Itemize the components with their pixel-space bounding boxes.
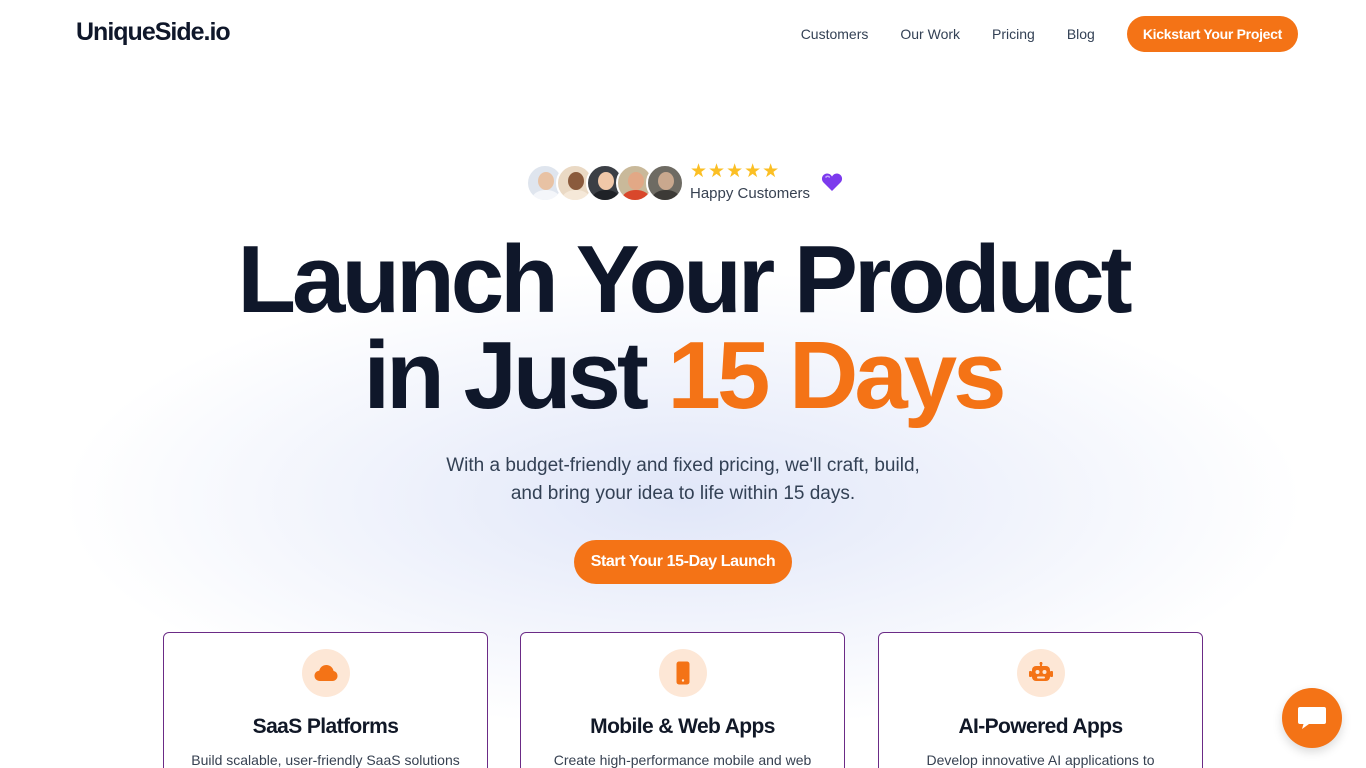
hero-subtitle-line2: and bring your idea to life within 15 da… (510, 483, 856, 504)
service-card-mobile-web[interactable]: Mobile & Web Apps Create high-performanc… (520, 632, 845, 768)
robot-icon (1017, 649, 1065, 697)
nav-link-blog[interactable]: Blog (1067, 26, 1095, 42)
kickstart-project-button[interactable]: Kickstart Your Project (1126, 16, 1298, 52)
card-title: AI-Powered Apps (958, 715, 1123, 738)
site-header: UniqueSide.io Customers Our Work Pricing… (0, 0, 1366, 68)
hero-title-line2: in Just 15 Days (0, 328, 1366, 424)
card-title: SaaS Platforms (252, 715, 399, 738)
avatar (646, 164, 684, 202)
card-title: Mobile & Web Apps (590, 715, 775, 738)
purple-heart-icon (821, 173, 843, 191)
card-description: Build scalable, user-friendly SaaS solut… (191, 752, 460, 768)
hero-title-accent: 15 Days (667, 322, 1007, 429)
main-nav: Customers Our Work Pricing Blog Kickstar… (801, 16, 1298, 52)
customer-avatars (526, 164, 686, 202)
logo[interactable]: UniqueSide.io (76, 18, 231, 47)
start-launch-button[interactable]: Start Your 15-Day Launch (574, 540, 792, 584)
service-card-ai[interactable]: AI-Powered Apps Develop innovative AI ap… (878, 632, 1203, 768)
nav-link-pricing[interactable]: Pricing (992, 26, 1035, 42)
chat-widget-button[interactable] (1282, 688, 1342, 748)
hero-subtitle: With a budget-friendly and fixed pricing… (383, 452, 983, 508)
hero-title-line1: Launch Your Product (237, 226, 1132, 333)
social-proof: ★★★★★ Happy Customers (526, 162, 856, 206)
card-description: Develop innovative AI applications to (926, 752, 1155, 768)
rating-stars: ★★★★★ (690, 161, 781, 182)
cloud-icon (302, 649, 350, 697)
chat-bubble-icon (1298, 707, 1326, 729)
hero-title: Launch Your Product in Just 15 Days (0, 232, 1366, 424)
nav-link-our-work[interactable]: Our Work (900, 26, 960, 42)
hero-title-prefix: in Just (363, 322, 649, 429)
service-card-saas[interactable]: SaaS Platforms Build scalable, user-frie… (163, 632, 488, 768)
mobile-icon (659, 649, 707, 697)
happy-customers-label: Happy Customers (690, 185, 811, 202)
card-description: Create high-performance mobile and web (553, 752, 812, 768)
hero-subtitle-line1: With a budget-friendly and fixed pricing… (446, 455, 920, 476)
nav-link-customers[interactable]: Customers (801, 26, 869, 42)
